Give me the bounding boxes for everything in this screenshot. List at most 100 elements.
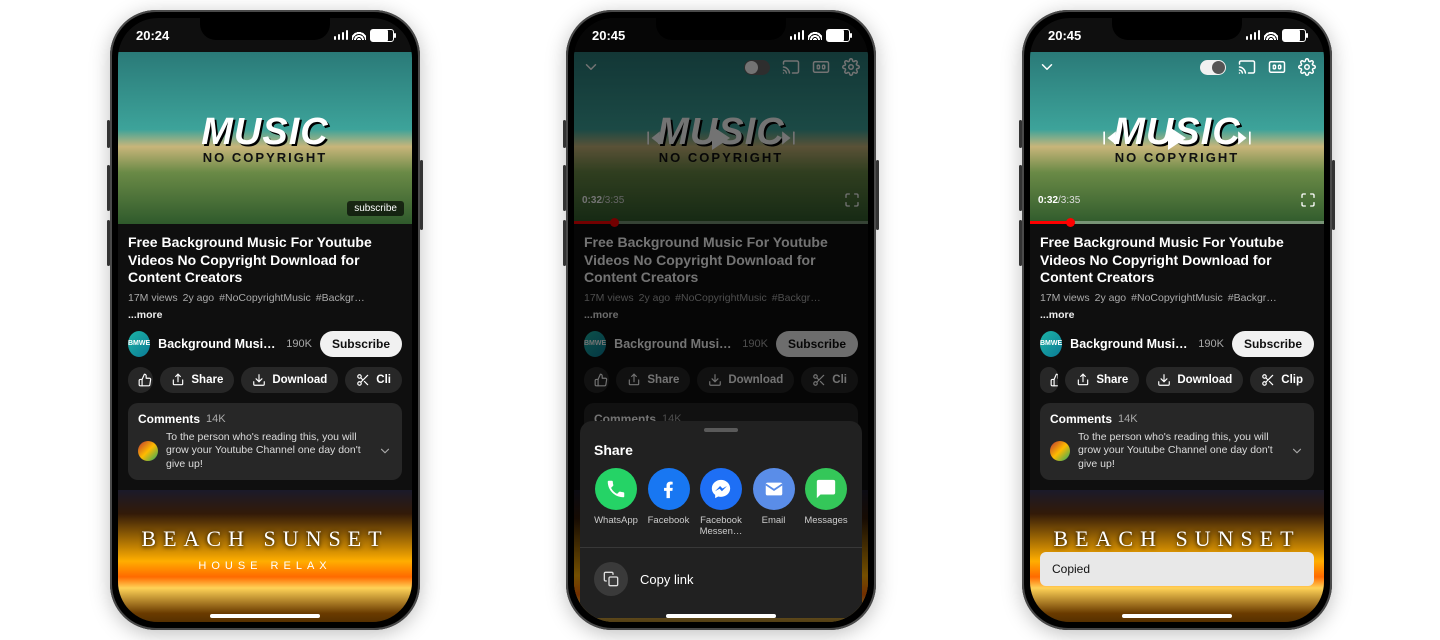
video-meta[interactable]: 17M views 2y ago #NoCopyrightMusic #Back… [1040,292,1314,321]
previous-icon[interactable] [1100,128,1120,148]
download-button[interactable]: Download [1146,367,1243,393]
share-item-label: Facebook [643,515,695,526]
share-msg[interactable]: Messages [800,468,852,537]
chevron-down-icon[interactable] [1038,58,1056,76]
divider [580,547,862,548]
like-dislike-chip: 261K [1040,367,1058,393]
clip-button[interactable]: Cli [345,367,402,393]
share-sheet: Share WhatsApp Facebook Facebook Messen…… [580,421,862,618]
subscribe-button[interactable]: Subscribe [320,331,402,357]
captions-icon[interactable] [1268,58,1286,76]
rec-art-line1: BEACH SUNSET [1030,526,1324,552]
video-title[interactable]: Free Background Music For Youtube Videos… [1040,234,1314,287]
fullscreen-icon[interactable] [1300,192,1316,208]
like-dislike-chip: 261K [128,367,153,393]
recommended-video[interactable]: BEACH SUNSET HOUSE RELAX 55:34 CC BEACH … [118,490,412,622]
more-link[interactable]: ...more [1040,309,1074,321]
wifi-icon [808,30,822,40]
notch [200,18,330,40]
autoplay-toggle[interactable] [1200,60,1226,75]
gear-icon[interactable] [1298,58,1316,76]
channel-avatar[interactable]: BMWE [128,331,150,357]
battery-icon [826,29,850,42]
next-icon[interactable] [1234,128,1254,148]
view-count: 17M views [128,292,178,304]
msgr-icon [700,468,742,510]
comments-section[interactable]: Comments 14K To the person who's reading… [128,403,402,481]
channel-name[interactable]: Background Music With... [1070,337,1190,351]
share-email[interactable]: Email [748,468,800,537]
notch [1112,18,1242,40]
sheet-title: Share [580,432,862,462]
commenter-avatar [1050,441,1070,461]
view-count: 17M views [1040,292,1090,304]
share-item-label: Email [748,515,800,526]
rec-art-line1: BEACH SUNSET [118,526,412,552]
copied-toast: Copied [1040,552,1314,586]
art-line1: MUSIC [201,111,328,154]
signal-icon [1246,30,1261,40]
hashtag[interactable]: #Backgr… [1228,292,1277,304]
like-button[interactable]: 261K [1040,367,1058,393]
more-link[interactable]: ...more [128,309,162,321]
subscribe-overlay[interactable]: subscribe [347,201,404,216]
notch [656,18,786,40]
download-button[interactable]: Download [241,367,338,393]
share-msgr[interactable]: Facebook Messen… [695,468,747,537]
whatsapp-icon [595,468,637,510]
video-age: 2y ago [183,292,215,304]
email-icon [753,468,795,510]
video-player[interactable]: MUSIC NO COPYRIGHT 0:32 / [1030,52,1324,224]
subscribe-button[interactable]: Subscribe [1232,331,1314,357]
wifi-icon [1264,30,1278,40]
copy-link-button[interactable]: Copy link [580,556,862,602]
share-button[interactable]: Share [160,367,234,393]
wifi-icon [352,30,366,40]
copy-link-label: Copy link [640,572,693,587]
status-time: 20:24 [136,28,169,43]
hashtag[interactable]: #NoCopyrightMusic [219,292,311,304]
video-title[interactable]: Free Background Music For Youtube Videos… [128,234,402,287]
comments-section[interactable]: Comments 14K To the person who's reading… [1040,403,1314,481]
hashtag[interactable]: #NoCopyrightMusic [1131,292,1223,304]
share-button[interactable]: Share [1065,367,1139,393]
total-duration: 3:35 [1061,195,1080,206]
signal-icon [334,30,349,40]
comment-text: To the person who's reading this, you wi… [166,431,370,472]
play-icon[interactable] [1168,126,1186,150]
home-indicator[interactable] [666,614,776,618]
video-player[interactable]: MUSIC NO COPYRIGHT subscribe [118,52,412,224]
home-indicator[interactable] [1122,614,1232,618]
comments-label: Comments [1050,412,1112,426]
share-whatsapp[interactable]: WhatsApp [590,468,642,537]
art-line2: NO COPYRIGHT [1115,150,1239,165]
status-time: 20:45 [1048,28,1081,43]
video-meta[interactable]: 17M views 2y ago #NoCopyrightMusic #Back… [128,292,402,321]
subscriber-count: 190K [1198,338,1224,350]
fb-icon [648,468,690,510]
home-indicator[interactable] [210,614,320,618]
comments-count: 14K [1118,413,1138,425]
chevron-down-icon [378,444,392,458]
share-item-label: Messages [800,515,852,526]
channel-name[interactable]: Background Music With... [158,337,278,351]
hashtag[interactable]: #Backgr… [316,292,365,304]
battery-icon [1282,29,1306,42]
share-fb[interactable]: Facebook [643,468,695,537]
clip-button[interactable]: Clip [1250,367,1314,393]
rec-thumbnail[interactable]: BEACH SUNSET HOUSE RELAX 55:34 [118,490,412,622]
signal-icon [790,30,805,40]
art-line2: NO COPYRIGHT [203,150,327,165]
comments-count: 14K [206,413,226,425]
like-button[interactable]: 261K [128,367,153,393]
comment-text: To the person who's reading this, you wi… [1078,431,1282,472]
cast-icon[interactable] [1238,58,1256,76]
comments-label: Comments [138,412,200,426]
video-artwork: MUSIC NO COPYRIGHT [118,52,412,224]
chevron-down-icon [1290,444,1304,458]
status-time: 20:45 [592,28,625,43]
battery-icon [370,29,394,42]
commenter-avatar [138,441,158,461]
share-item-label: Facebook Messen… [695,515,747,537]
channel-avatar[interactable]: BMWE [1040,331,1062,357]
